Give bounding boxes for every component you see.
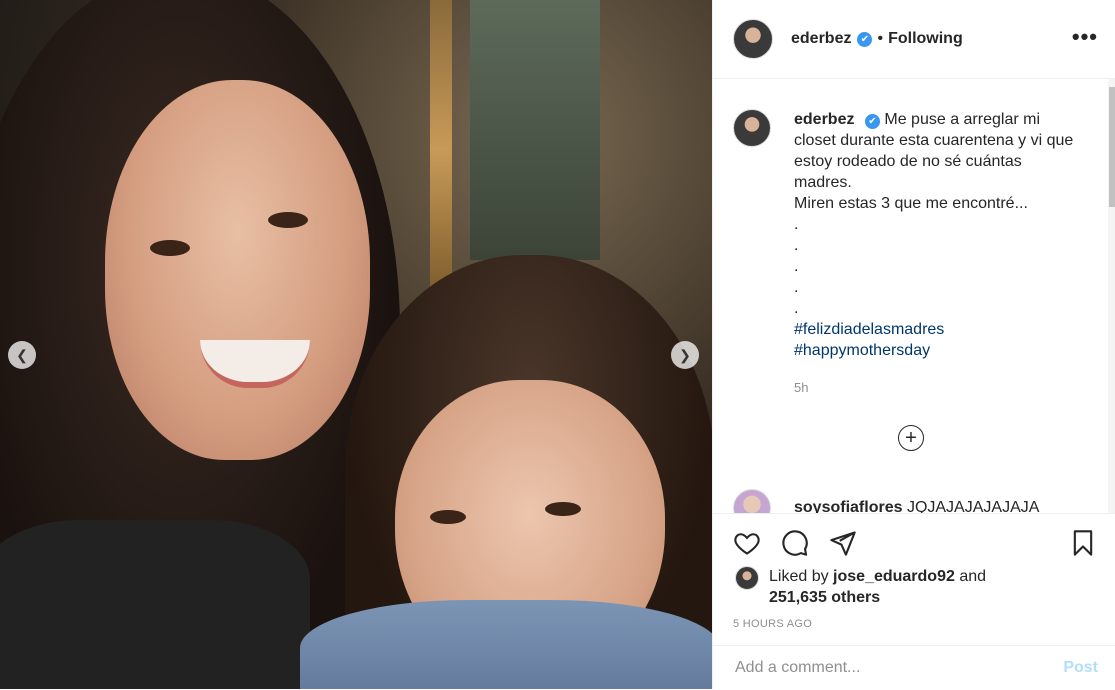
verified-badge-icon: ✔ [857,31,873,47]
add-comment-bar: Post [713,645,1115,690]
header-username[interactable]: ederbez [791,30,851,48]
caption-dot: . [794,279,799,296]
hashtag-link[interactable]: #felizdiadelasmadres [794,319,1074,340]
likes-count[interactable]: 251,635 others [769,589,880,606]
chevron-right-icon: ❯ [679,346,691,363]
caption-dot: . [794,300,799,317]
woman-face [105,80,370,460]
posted-time[interactable]: 5 HOURS AGO [713,618,1115,630]
caption-dot: . [794,258,799,275]
girl-eye-right [545,502,581,516]
share-icon[interactable] [829,529,857,557]
comments-section[interactable]: ederbez ✔ Me puse a arreglar mi closet d… [713,79,1108,513]
comment-text: JQJAJAJAJAJAJA [906,499,1040,513]
girl-jacket [300,600,712,689]
scrollbar-thumb[interactable] [1109,87,1115,207]
post-comment-button[interactable]: Post [1063,659,1098,677]
woman-eye-right [268,212,308,228]
woman-eye-left [150,240,190,256]
chevron-left-icon: ❮ [16,346,28,363]
bookmark-icon[interactable] [1069,529,1097,557]
girl-eye-left [430,510,466,524]
heart-icon[interactable] [733,529,761,557]
caption-verified-icon: ✔ [864,114,880,129]
hashtag-link[interactable]: #happymothersday [794,340,1074,361]
comment-icon[interactable] [781,529,809,557]
more-options-icon[interactable]: ••• [1072,24,1098,50]
list-item: soysofiaflores JQJAJAJAJAJAJA [733,489,1039,513]
caption-time[interactable]: 5h [794,377,1074,398]
comment-input[interactable] [733,658,1037,678]
photo-background-pillar [430,0,452,300]
post-actions: Liked by jose_eduardo92 and 251,635 othe… [713,513,1115,630]
caption: ederbez ✔ Me puse a arreglar mi closet d… [713,79,1108,398]
photo-background-window [470,0,600,260]
following-button[interactable]: Following [888,30,963,48]
post-photo[interactable]: ❮ ❯ [0,0,712,689]
caption-text-2: Miren estas 3 que me encontré... [794,195,1028,212]
avatar[interactable] [733,19,773,59]
comments-scrollbar[interactable] [1108,79,1115,513]
action-icons [713,514,1115,572]
comment-avatar[interactable] [733,489,771,513]
woman-shirt [0,520,310,689]
caption-avatar[interactable] [733,109,771,147]
load-more-comments-icon[interactable]: + [898,425,924,451]
post-side-panel: ederbez ✔ • Following ••• ederbez ✔ Me p… [712,0,1115,689]
caption-dot: . [794,237,799,254]
header-separator: • [877,30,884,47]
comment-username[interactable]: soysofiaflores [794,499,902,513]
post-header: ederbez ✔ • Following ••• [713,0,1115,79]
likes-summary: Liked by jose_eduardo92 and 251,635 othe… [713,566,1115,608]
caption-username[interactable]: ederbez [794,111,854,128]
caption-dot: . [794,216,799,233]
caption-body: ederbez ✔ Me puse a arreglar mi closet d… [794,109,1074,398]
likes-text: Liked by jose_eduardo92 and 251,635 othe… [769,566,986,608]
comment-body: soysofiaflores JQJAJAJAJAJAJA [794,499,1039,513]
next-photo-button[interactable]: ❯ [671,341,699,369]
previous-photo-button[interactable]: ❮ [8,341,36,369]
